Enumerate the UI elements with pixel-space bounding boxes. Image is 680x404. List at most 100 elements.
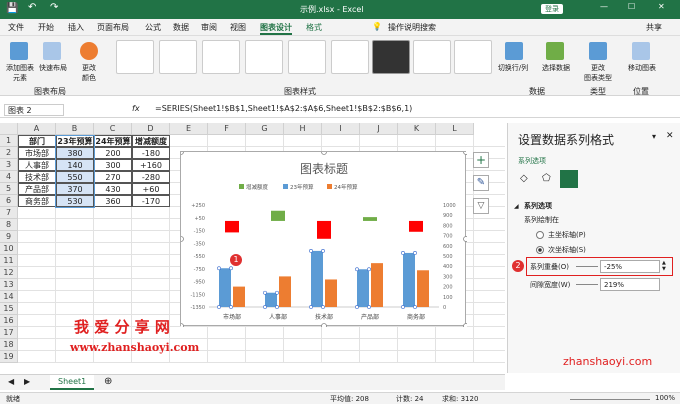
row-header-3[interactable]: 3 — [0, 159, 18, 171]
tell-me-search[interactable]: 操作说明搜索 — [388, 22, 436, 33]
chart-styles-button[interactable]: ✎ — [473, 175, 489, 191]
formula-input[interactable]: =SERIES(Sheet1!$B$1,Sheet1!$A$2:$A$6,She… — [155, 104, 412, 113]
table-cell[interactable]: 430 — [94, 183, 132, 195]
table-header-cell[interactable]: 增减额度 — [132, 135, 170, 147]
section-toggle-icon[interactable]: ◢ — [514, 203, 519, 210]
row-header-13[interactable]: 13 — [0, 279, 18, 291]
close-icon[interactable]: ✕ — [658, 2, 665, 11]
row-header-8[interactable]: 8 — [0, 219, 18, 231]
tab-data[interactable]: 数据 — [173, 22, 189, 33]
chart-resize-handle[interactable] — [463, 152, 468, 155]
change-chart-type-button[interactable]: 更改 图表类型 — [580, 63, 616, 83]
panel-collapse-icon[interactable]: ▾ — [652, 132, 656, 141]
bar-23-budget[interactable] — [265, 292, 277, 307]
bar-24-budget[interactable] — [417, 270, 429, 307]
tab-view[interactable]: 视图 — [230, 22, 246, 33]
row-header-4[interactable]: 4 — [0, 171, 18, 183]
table-header-cell[interactable]: 24年预算 — [94, 135, 132, 147]
sheet-tab-sheet1[interactable]: Sheet1 — [50, 375, 95, 390]
undo-icon[interactable]: ↶ — [28, 2, 36, 13]
table-cell[interactable]: +60 — [132, 183, 170, 195]
column-header-C[interactable]: C — [94, 123, 132, 135]
column-header-I[interactable]: I — [322, 123, 360, 135]
column-header-A[interactable]: A — [18, 123, 56, 135]
chart-plot[interactable]: +250 +50 -150 -350 -550 -750 -950 -1150 -1350 100… — [181, 152, 467, 327]
column-header-H[interactable]: H — [284, 123, 322, 135]
chart-resize-handle[interactable] — [181, 152, 184, 155]
bar-24-budget[interactable] — [279, 276, 291, 307]
bar-23-budget[interactable] — [357, 269, 369, 307]
table-cell[interactable]: -280 — [132, 171, 170, 183]
column-header-L[interactable]: L — [436, 123, 474, 135]
column-header-B[interactable]: B — [56, 123, 94, 135]
section-series-options[interactable]: 系列选项 — [524, 201, 552, 211]
redo-icon[interactable]: ↷ — [50, 2, 58, 13]
chart-resize-handle[interactable] — [181, 236, 184, 242]
chart-style-5[interactable] — [288, 40, 326, 74]
row-header-12[interactable]: 12 — [0, 267, 18, 279]
row-header-15[interactable]: 15 — [0, 303, 18, 315]
maximize-icon[interactable]: ☐ — [628, 2, 635, 11]
table-cell[interactable]: 产品部 — [18, 183, 56, 195]
table-cell[interactable]: 人事部 — [18, 159, 56, 171]
series-options-dropdown[interactable]: 系列选项 — [518, 156, 546, 166]
sheet-next-icon[interactable]: ▶ — [24, 377, 30, 386]
panel-close-icon[interactable]: ✕ — [666, 131, 674, 141]
table-cell[interactable]: 200 — [94, 147, 132, 159]
bar-change[interactable] — [271, 210, 285, 221]
row-header-1[interactable]: 1 — [0, 135, 18, 147]
table-cell[interactable]: 商务部 — [18, 195, 56, 207]
series-options-icon[interactable] — [560, 170, 578, 188]
series-overlap-input[interactable]: -25% — [600, 260, 660, 273]
tab-file[interactable]: 文件 — [8, 22, 24, 33]
login-button[interactable]: 登录 — [541, 4, 563, 14]
column-header-J[interactable]: J — [360, 123, 398, 135]
row-header-6[interactable]: 6 — [0, 195, 18, 207]
table-cell[interactable]: 市场部 — [18, 147, 56, 159]
bar-24-budget[interactable] — [233, 286, 245, 307]
gap-width-input[interactable]: 219% — [600, 278, 660, 291]
primary-axis-radio[interactable] — [536, 231, 544, 239]
table-cell[interactable]: 技术部 — [18, 171, 56, 183]
effects-icon[interactable]: ⬠ — [542, 173, 551, 184]
row-header-11[interactable]: 11 — [0, 255, 18, 267]
chart-style-9[interactable] — [454, 40, 492, 74]
tab-format[interactable]: 格式 — [306, 22, 322, 33]
tab-chart-design[interactable]: 图表设计 — [260, 22, 292, 35]
row-header-16[interactable]: 16 — [0, 315, 18, 327]
chart-area[interactable]: 图表标题 +250 +50 -150 -350 -550 -750 -950 -1150 -13… — [180, 151, 467, 327]
table-cell[interactable]: -170 — [132, 195, 170, 207]
zoom-level[interactable]: 100% — [655, 394, 675, 402]
row-header-17[interactable]: 17 — [0, 327, 18, 339]
add-chart-element-button[interactable]: 添加图表 元素 — [2, 63, 38, 83]
chart-resize-handle[interactable] — [181, 323, 184, 328]
select-data-button[interactable]: 选择数据 — [534, 63, 578, 73]
chart-resize-handle[interactable] — [463, 236, 468, 242]
table-cell[interactable]: 270 — [94, 171, 132, 183]
chart-style-2[interactable] — [159, 40, 197, 74]
series-overlap-slider[interactable] — [576, 266, 598, 267]
row-header-2[interactable]: 2 — [0, 147, 18, 159]
chart-resize-handle[interactable] — [321, 152, 327, 155]
row-header-5[interactable]: 5 — [0, 183, 18, 195]
fill-line-icon[interactable]: ◇ — [520, 173, 528, 184]
bar-change[interactable] — [225, 220, 239, 233]
row-header-18[interactable]: 18 — [0, 339, 18, 351]
chart-style-3[interactable] — [202, 40, 240, 74]
tab-formulas[interactable]: 公式 — [145, 22, 161, 33]
name-box[interactable]: 图表 2 — [4, 104, 64, 116]
bar-change[interactable] — [409, 220, 423, 232]
chart-style-6[interactable] — [331, 40, 369, 74]
chart-resize-handle[interactable] — [463, 323, 468, 328]
chart-filters-button[interactable]: ▽ — [473, 198, 489, 214]
table-cell[interactable]: +160 — [132, 159, 170, 171]
bar-change[interactable] — [363, 217, 377, 221]
bar-24-budget[interactable] — [325, 279, 337, 307]
gap-width-slider[interactable] — [576, 284, 598, 285]
bar-23-budget[interactable] — [219, 268, 231, 307]
table-header-cell[interactable]: 部门 — [18, 135, 56, 147]
fx-icon[interactable]: fx — [132, 104, 140, 113]
column-header-F[interactable]: F — [208, 123, 246, 135]
chart-elements-button[interactable]: + — [473, 152, 489, 168]
row-header-14[interactable]: 14 — [0, 291, 18, 303]
